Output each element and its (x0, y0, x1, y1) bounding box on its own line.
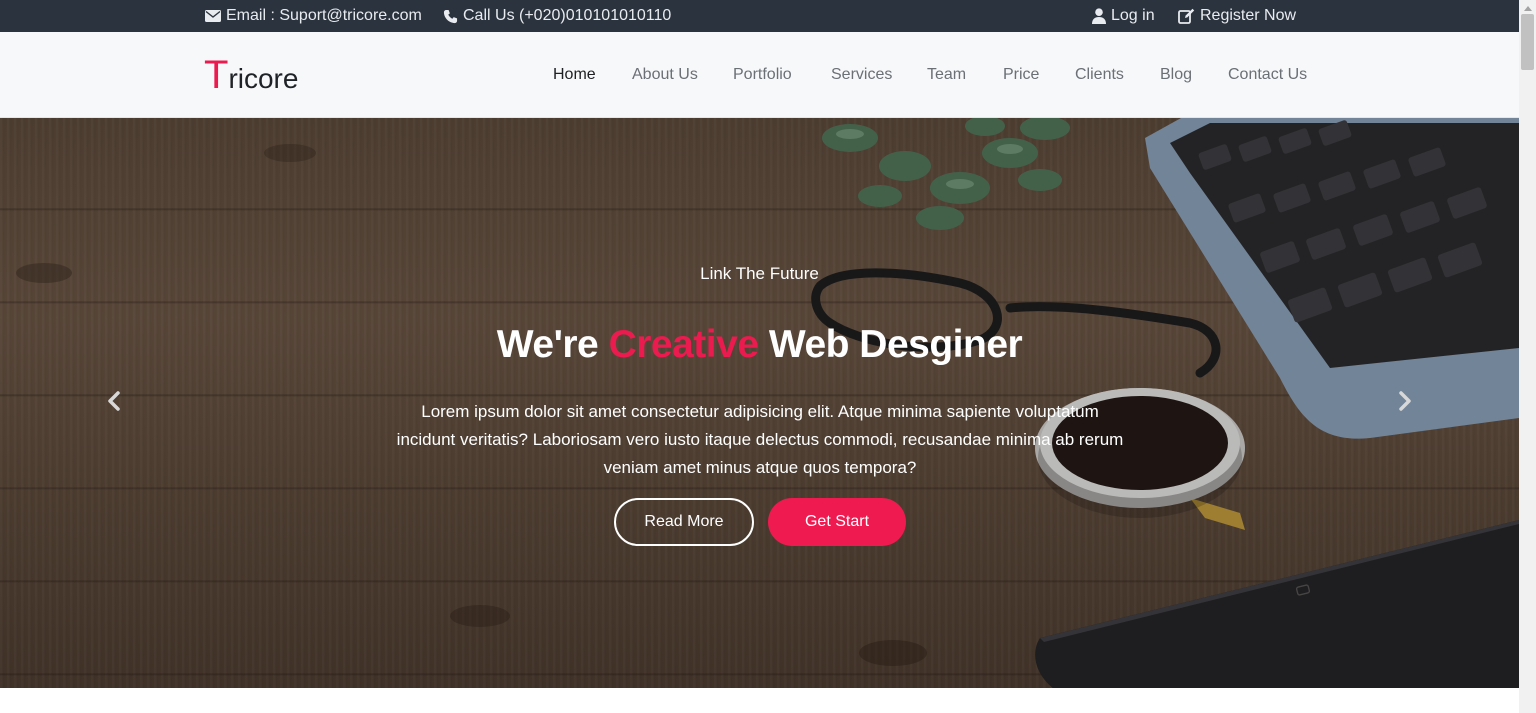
nav-clients[interactable]: Clients (1075, 32, 1124, 118)
read-more-button[interactable]: Read More (614, 498, 754, 546)
scrollbar-thumb[interactable] (1521, 14, 1534, 70)
contact-phone-text: Call Us (+020)010101010110 (463, 7, 672, 24)
edit-icon (1178, 8, 1195, 24)
nav-team[interactable]: Team (927, 32, 966, 118)
main-navbar: T ricore Home About Us Portfolio Service… (0, 32, 1519, 118)
contact-email-text: Email : Suport@tricore.com (226, 7, 422, 24)
nav-portfolio[interactable]: Portfolio (733, 32, 792, 118)
hero-title-before: We're (496, 323, 609, 366)
hero-description: Lorem ipsum dolor sit amet consectetur a… (396, 402, 1124, 477)
get-start-button[interactable]: Get Start (768, 498, 906, 546)
register-link[interactable]: Register Now (1178, 0, 1296, 32)
nav-services[interactable]: Services (831, 32, 892, 118)
nav-price[interactable]: Price (1003, 32, 1039, 118)
login-link[interactable]: Log in (1092, 0, 1155, 32)
chevron-right-icon (1398, 390, 1412, 416)
envelope-icon (205, 10, 221, 22)
scroll-up-arrow[interactable] (1519, 0, 1536, 14)
hero-subtitle: Link The Future (700, 264, 819, 283)
hero-carousel: Link The Future We're Creative Web Desgi… (0, 118, 1519, 688)
hero-title-accent: Creative (608, 323, 759, 366)
nav-blog[interactable]: Blog (1160, 32, 1192, 118)
contact-phone[interactable]: Call Us (+020)010101010110 (443, 0, 671, 32)
register-link-text: Register Now (1200, 7, 1297, 24)
contact-email[interactable]: Email : Suport@tricore.com (205, 0, 422, 32)
top-bar: Email : Suport@tricore.com Call Us (+020… (0, 0, 1519, 32)
logo-text: ricore (228, 63, 299, 94)
carousel-next-button[interactable] (1392, 390, 1418, 416)
nav-contact-us[interactable]: Contact Us (1228, 32, 1307, 118)
nav-about-us[interactable]: About Us (632, 32, 698, 118)
login-link-text: Log in (1111, 7, 1155, 24)
hero-title: We're Creative Web Desginer (0, 323, 1519, 367)
brand-logo[interactable]: T ricore (204, 52, 298, 98)
hero-title-after: Web Desginer (758, 323, 1023, 366)
logo-first-letter: T (204, 53, 229, 97)
phone-icon (443, 9, 458, 24)
chevron-left-icon (107, 390, 121, 416)
carousel-prev-button[interactable] (101, 390, 127, 416)
page-scrollbar[interactable] (1519, 0, 1536, 713)
user-icon (1092, 8, 1106, 24)
nav-home[interactable]: Home (553, 32, 596, 118)
